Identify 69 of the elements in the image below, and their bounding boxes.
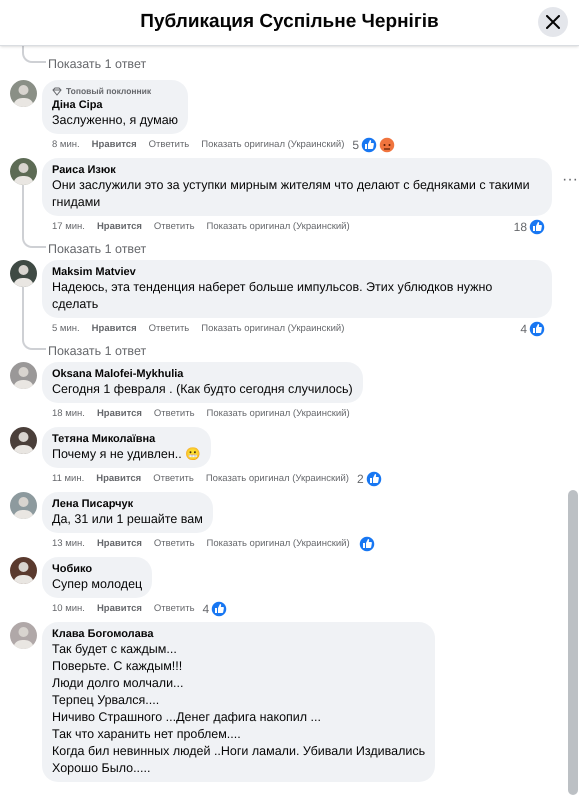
show-original-link[interactable]: Показать оригинал (Украинский) — [206, 406, 350, 422]
show-original-link[interactable]: Показать оригинал (Украинский) — [201, 322, 344, 336]
reply-link[interactable]: Ответить — [153, 472, 194, 486]
author-name[interactable]: Раиса Изюк — [52, 163, 542, 177]
timestamp: 13 мин. — [52, 536, 85, 551]
like-icon — [210, 600, 228, 618]
author-name[interactable]: Чобико — [52, 562, 142, 576]
timestamp: 10 мин. — [52, 602, 85, 616]
show-replies-link[interactable]: Показать 1 ответ — [48, 240, 146, 258]
show-original-link[interactable]: Показать оригинал (Украинский) — [206, 536, 350, 552]
timestamp: 5 мин. — [52, 322, 80, 336]
reply-link[interactable]: Ответить — [148, 322, 190, 336]
show-original-link[interactable]: Показать оригинал (Украинский) — [206, 472, 349, 486]
comment-text: Супер молодец — [52, 576, 142, 593]
avatar[interactable] — [10, 158, 37, 185]
like-icon — [360, 136, 378, 154]
comment-text: Да, 31 или 1 решайте вам — [52, 511, 203, 528]
author-name[interactable]: Діна Сіра — [52, 98, 178, 112]
timestamp: 18 мин. — [52, 406, 85, 421]
show-replies-link[interactable]: Показать 1 ответ — [48, 55, 146, 73]
author-name[interactable]: Oksana Malofei-Mykhulia — [52, 367, 353, 381]
like-link[interactable]: Нравится — [92, 138, 137, 152]
reaction-count[interactable]: 2 — [356, 470, 364, 488]
more-options-button[interactable]: ··· — [562, 172, 578, 188]
like-link[interactable]: Нравится — [96, 220, 142, 234]
show-original-link[interactable]: Показать оригинал (Украинский) — [201, 138, 344, 152]
like-icon — [364, 470, 383, 488]
dialog-title: Публикация Суспільне Чернігів — [140, 10, 439, 34]
scrollbar[interactable] — [568, 490, 578, 795]
author-name[interactable]: Клава Богомолава — [52, 627, 426, 641]
reaction-count[interactable]: 5 — [352, 136, 360, 154]
reply-link[interactable]: Ответить — [148, 138, 190, 152]
diamond-icon — [52, 86, 62, 96]
reaction-count[interactable]: 4 — [520, 320, 527, 338]
comment-text: Заслуженно, я думаю — [52, 112, 178, 129]
like-link[interactable]: Нравится — [92, 322, 137, 336]
show-original-link[interactable]: Показать оригинал (Украинский) — [206, 220, 350, 234]
timestamp: 11 мин. — [52, 472, 84, 486]
author-name[interactable]: Maksim Matviev — [52, 265, 542, 279]
like-icon — [528, 320, 546, 338]
like-link[interactable]: Нравится — [96, 406, 142, 422]
comment-text: Сегодня 1 февраля . (Как будто сегодня случилось) — [52, 381, 353, 398]
avatar[interactable] — [10, 427, 37, 454]
timestamp: 8 мин. — [52, 138, 80, 152]
like-link[interactable]: Нравится — [96, 536, 142, 552]
avatar[interactable] — [10, 557, 37, 584]
comment-text: Надеюсь, эта тенденция наберет больше импульсов. Этих ублюдков нужно сделать — [52, 279, 494, 313]
like-icon — [358, 535, 376, 553]
close-icon — [546, 15, 560, 29]
author-name[interactable]: Тетяна Миколаївна — [52, 432, 202, 446]
comment-text: Так будет с каждым... Поверьте. С каждым!!! Люди долго молчали... Терпец Урвался.... Ничиво Страшного ...Денег дафига накопил ... Так что харанить нет проблем.... Когда бил невинных людей ..Ноги ламали. Убивали Издивались Хорошо Было..... — [52, 641, 426, 777]
close-button[interactable] — [538, 7, 568, 37]
reply-link[interactable]: Ответить — [154, 536, 195, 552]
like-link[interactable]: Нравится — [96, 602, 142, 616]
comment-text: Они заслужили это за уступки мирным жителям что делают с бедняками с такими гнидами — [52, 177, 531, 211]
reply-link[interactable]: Ответить — [154, 406, 195, 422]
comment-text: Почему я не удивлен.. 😬 — [52, 446, 202, 463]
like-icon — [528, 218, 546, 236]
show-replies-link[interactable]: Показать 1 ответ — [48, 342, 146, 360]
like-link[interactable]: Нравится — [96, 472, 142, 486]
reaction-count[interactable]: 18 — [514, 218, 527, 236]
reaction-count[interactable]: 4 — [202, 600, 210, 618]
avatar[interactable] — [10, 260, 37, 287]
author-name[interactable]: Лена Писарчук — [52, 497, 203, 511]
reply-link[interactable]: Ответить — [154, 220, 195, 234]
timestamp: 17 мин. — [52, 220, 85, 234]
reply-link[interactable]: Ответить — [154, 602, 195, 616]
fan-label: Топовый поклонник — [66, 85, 152, 97]
angry-face-icon — [378, 136, 396, 154]
